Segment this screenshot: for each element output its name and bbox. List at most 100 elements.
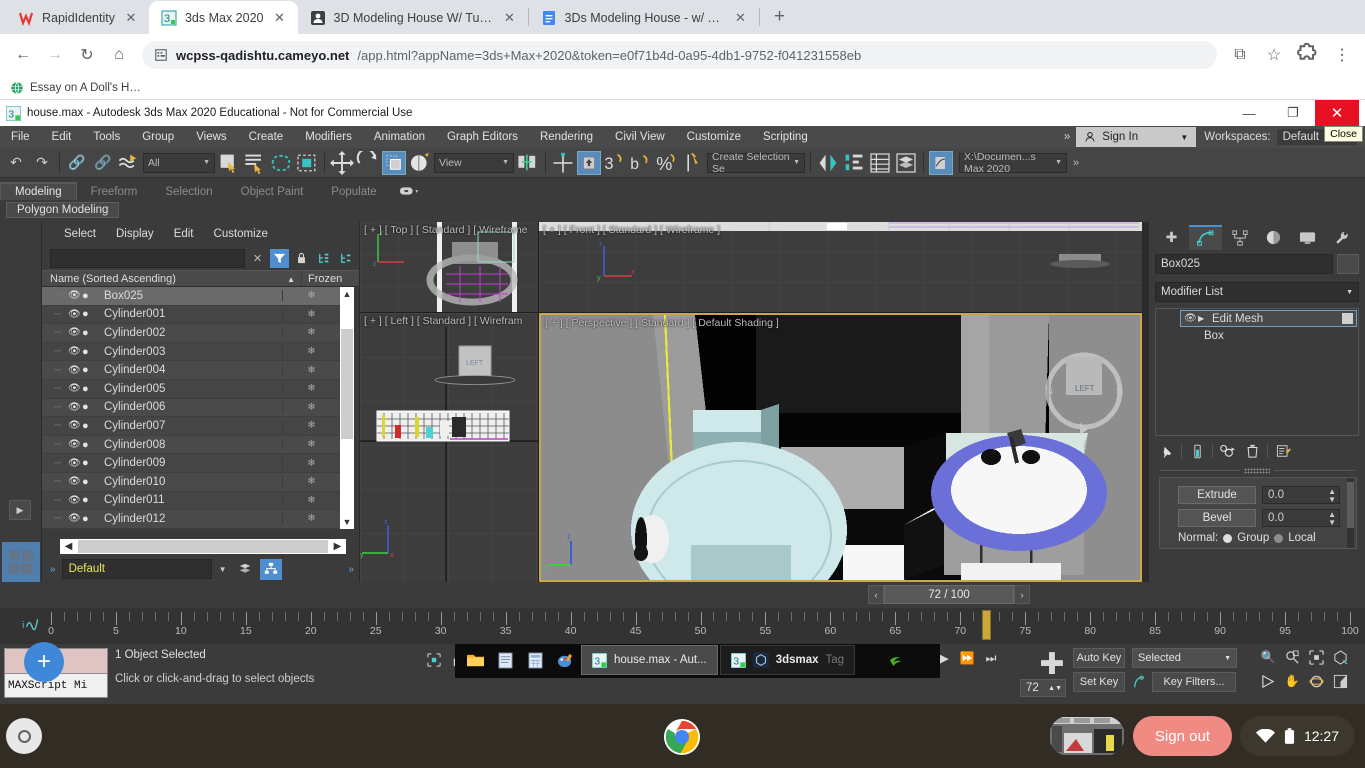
- close-icon[interactable]: ✕: [733, 10, 749, 26]
- remove-modifier-icon[interactable]: [1243, 442, 1261, 460]
- explorer-vertical-scrollbar[interactable]: ▲ ▼: [340, 287, 354, 529]
- modifier-stack[interactable]: 👁 ▶ Edit Mesh Box: [1155, 308, 1359, 436]
- align-icon[interactable]: [842, 151, 866, 175]
- visibility-eye-icon[interactable]: 👁: [68, 365, 82, 376]
- launcher-icon[interactable]: [6, 718, 42, 754]
- menu-create[interactable]: Create: [238, 126, 295, 148]
- menu-graph-editors[interactable]: Graph Editors: [436, 126, 529, 148]
- explorer-menu-edit[interactable]: Edit: [166, 228, 202, 240]
- menu-modifiers[interactable]: Modifiers: [294, 126, 363, 148]
- table-row[interactable]: ─👁●Cylinder003❄: [42, 343, 340, 362]
- visibility-eye-icon[interactable]: 👁: [68, 458, 82, 469]
- modifier-stack-item-edit-mesh[interactable]: 👁 ▶ Edit Mesh: [1180, 310, 1357, 327]
- table-row[interactable]: ─👁●Cylinder010❄: [42, 473, 340, 492]
- explorer-expand-icon[interactable]: »: [50, 564, 56, 575]
- menu-animation[interactable]: Animation: [363, 126, 436, 148]
- menu-scripting[interactable]: Scripting: [752, 126, 819, 148]
- viewport-label-perspective[interactable]: [ + ] [ Perspective ] [ Standard ] [ Def…: [545, 317, 779, 329]
- explorer-more-icon[interactable]: »: [348, 564, 354, 575]
- taskbar-button-3dsmax[interactable]: 3 3dsmax Tag: [720, 645, 855, 675]
- show-end-result-icon[interactable]: [1188, 442, 1206, 460]
- menu-edit[interactable]: Edit: [41, 126, 83, 148]
- zoom-extents-icon[interactable]: [1306, 647, 1326, 667]
- visibility-eye-icon[interactable]: 👁: [68, 327, 82, 338]
- spinner-snap-icon[interactable]: %: [655, 151, 679, 175]
- viewport-top[interactable]: y z [ + ] [ Top ] [ Standard ] [ Wirefra…: [360, 222, 538, 312]
- zoom-region-icon[interactable]: [1330, 647, 1350, 667]
- orbit-icon[interactable]: [1306, 671, 1326, 691]
- browser-tab-rapididentity[interactable]: RapidIdentity ✕: [6, 1, 149, 34]
- browser-tab-3ds-max[interactable]: 3 3ds Max 2020 ✕: [149, 1, 298, 34]
- placement-icon[interactable]: [408, 151, 432, 175]
- key-filter-combo[interactable]: Selected ▼: [1132, 648, 1237, 668]
- paint-icon[interactable]: [551, 645, 579, 675]
- table-row[interactable]: ─👁●Cylinder009❄: [42, 454, 340, 473]
- menu-views[interactable]: Views: [185, 126, 237, 148]
- visibility-eye-icon[interactable]: 👁: [68, 476, 82, 487]
- expand-triangle-icon[interactable]: ▶: [1198, 314, 1212, 323]
- viewport-perspective[interactable]: LEFT N S z y [ + ] [ Perspective ] [ Sta…: [539, 313, 1142, 582]
- select-by-name-icon[interactable]: [243, 151, 267, 175]
- redo-icon[interactable]: ↷: [30, 151, 54, 175]
- modifier-stack-item-box[interactable]: Box: [1156, 327, 1358, 344]
- scroll-right-icon[interactable]: ▶: [329, 541, 346, 552]
- field-of-view-icon[interactable]: [1258, 671, 1278, 691]
- bind-spacewarp-icon[interactable]: [117, 151, 141, 175]
- nvidia-icon[interactable]: [881, 645, 909, 675]
- visibility-eye-icon[interactable]: 👁: [68, 383, 82, 394]
- viewport-front[interactable]: z y x [ + ] [ Front ] [ Standard ] [ Wir…: [539, 222, 1142, 312]
- modify-tab[interactable]: [1189, 225, 1222, 250]
- extrude-button[interactable]: Extrude: [1178, 486, 1256, 504]
- ribbon-tab-modeling[interactable]: Modeling: [0, 182, 77, 200]
- next-frame-arrow[interactable]: ›: [1014, 585, 1030, 604]
- search-input[interactable]: [50, 249, 245, 268]
- frozen-icon[interactable]: ❄: [282, 383, 340, 394]
- close-icon[interactable]: ✕: [502, 10, 518, 26]
- viewport-label-left[interactable]: [ + ] [ Left ] [ Standard ] [ Wirefram: [364, 315, 522, 327]
- expand-all-icon[interactable]: [314, 249, 333, 268]
- select-uniform-icon[interactable]: [577, 151, 601, 175]
- object-color-dot-icon[interactable]: ●: [82, 290, 98, 302]
- table-row[interactable]: ─👁●Cylinder005❄: [42, 380, 340, 399]
- frozen-icon[interactable]: ❄: [282, 513, 340, 524]
- table-row[interactable]: ─👁●Cylinder011❄: [42, 492, 340, 511]
- explorer-horizontal-scrollbar[interactable]: ◀ ▶: [60, 539, 346, 554]
- menu-rendering[interactable]: Rendering: [529, 126, 604, 148]
- extensions-puzzle-icon[interactable]: [1293, 40, 1323, 70]
- visibility-eye-icon[interactable]: 👁: [68, 290, 82, 301]
- set-key-button[interactable]: Set Key: [1073, 672, 1125, 692]
- object-color-dot-icon[interactable]: ●: [82, 513, 98, 525]
- snaps-toggle-icon[interactable]: [551, 151, 575, 175]
- maxscript-mini-listener[interactable]: MAXScript Mi +: [4, 648, 108, 700]
- motion-tab[interactable]: [1257, 225, 1290, 250]
- home-icon[interactable]: ⌂: [104, 40, 134, 70]
- timeline-playhead[interactable]: [982, 610, 991, 640]
- table-row[interactable]: ─👁●Cylinder008❄: [42, 436, 340, 455]
- frozen-icon[interactable]: ❄: [282, 458, 340, 469]
- spinner-arrows-icon[interactable]: ▲▼: [1048, 685, 1065, 692]
- object-color-dot-icon[interactable]: ●: [82, 327, 98, 339]
- address-bar[interactable]: wcpss-qadishtu.cameyo.net/app.html?appNa…: [142, 41, 1217, 69]
- menu-overflow-icon[interactable]: »: [1058, 131, 1076, 143]
- frozen-icon[interactable]: ❄: [282, 365, 340, 376]
- browser-tab-3d-modeling-house[interactable]: 3D Modeling House W/ Tutorial ✕: [298, 1, 528, 34]
- table-row[interactable]: ─👁●Box025❄: [42, 287, 340, 306]
- frozen-icon[interactable]: ❄: [282, 402, 340, 413]
- scrollbar-thumb[interactable]: [78, 540, 328, 553]
- angle-snap-icon[interactable]: 3: [603, 151, 627, 175]
- scroll-up-icon[interactable]: ▲: [340, 287, 354, 301]
- scrollbar-thumb[interactable]: [341, 329, 353, 439]
- visibility-eye-icon[interactable]: 👁: [68, 402, 82, 413]
- lock-icon[interactable]: [292, 249, 311, 268]
- bookmark-star-icon[interactable]: ☆: [1259, 40, 1289, 70]
- table-row[interactable]: ─👁●Cylinder012❄: [42, 510, 340, 529]
- set-key-arc-icon[interactable]: [1129, 673, 1148, 692]
- viewport-label-front[interactable]: [ + ] [ Front ] [ Standard ] [ Wireframe…: [543, 224, 720, 236]
- bevel-button[interactable]: Bevel: [1178, 509, 1256, 527]
- object-name-input[interactable]: [1155, 254, 1333, 274]
- menu-file[interactable]: File: [0, 126, 41, 148]
- frozen-icon[interactable]: ❄: [282, 439, 340, 450]
- visibility-eye-icon[interactable]: 👁: [68, 513, 82, 524]
- use-pivot-icon[interactable]: [516, 151, 540, 175]
- window-crossing-icon[interactable]: [295, 151, 319, 175]
